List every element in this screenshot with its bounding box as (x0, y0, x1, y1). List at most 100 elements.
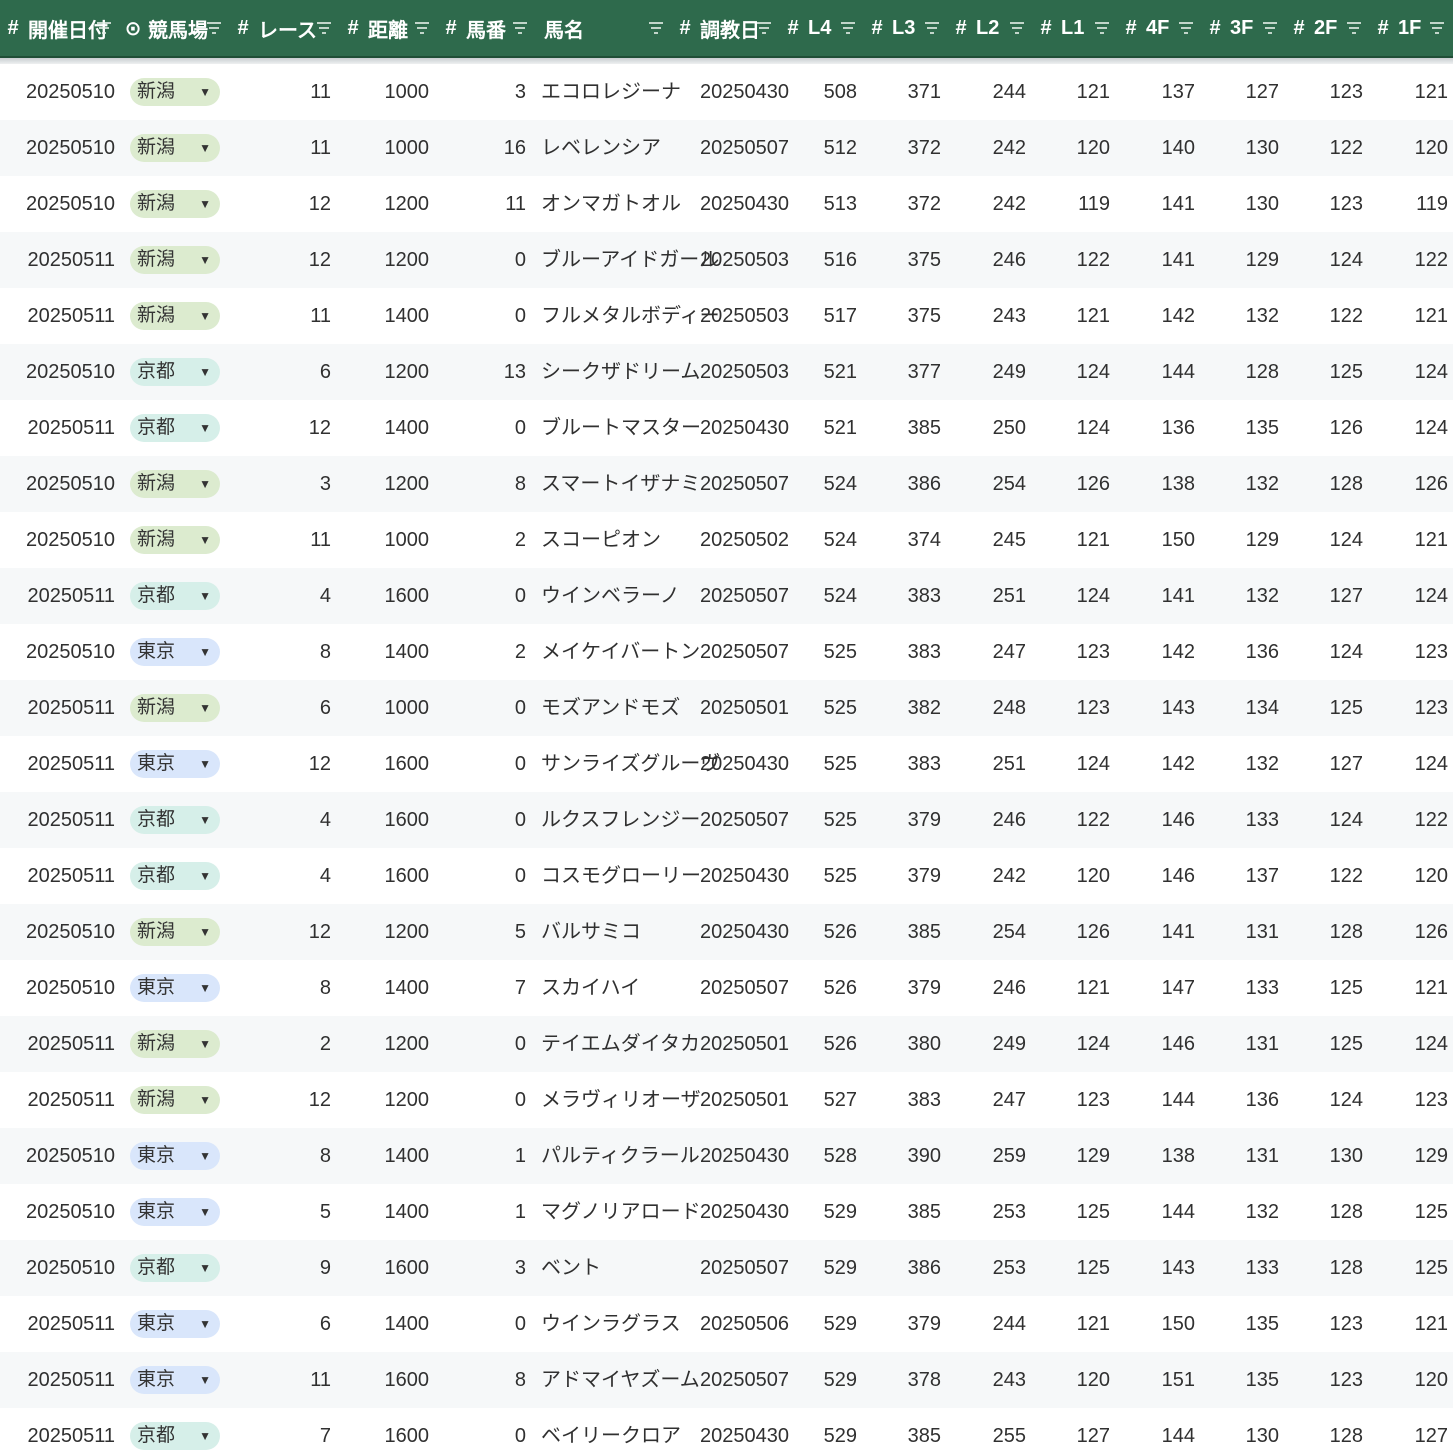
chevron-down-icon[interactable]: ▼ (199, 302, 211, 330)
table-row[interactable]: 20250510 新潟 ▼ 3 1200 8 スマートイザナミ 20250507 524 386 2… (0, 456, 1453, 512)
chevron-down-icon[interactable]: ▼ (199, 750, 211, 778)
venue-dropdown-chip[interactable]: 東京 ▼ (130, 1310, 220, 1338)
cell-training-date[interactable]: 20250507 (700, 624, 789, 680)
cell-l1[interactable]: 120 (1033, 1352, 1110, 1408)
cell-horse-name[interactable]: モズアンドモズ (541, 680, 700, 736)
venue-dropdown-chip[interactable]: 東京 ▼ (130, 1142, 220, 1170)
cell-date[interactable]: 20250511 (20, 736, 116, 792)
cell-l2[interactable]: 244 (948, 1296, 1026, 1352)
cell-training-date[interactable]: 20250430 (700, 1184, 789, 1240)
chevron-down-icon[interactable]: ▼ (199, 638, 211, 666)
cell-2f[interactable]: 128 (1286, 1408, 1363, 1453)
cell-l4[interactable]: 517 (780, 288, 857, 344)
cell-date[interactable]: 20250510 (20, 624, 115, 680)
cell-date[interactable]: 20250511 (20, 568, 116, 624)
cell-horse-name[interactable]: ウインベラーノ (541, 568, 700, 624)
cell-l2[interactable]: 245 (948, 512, 1026, 568)
cell-horse-number[interactable]: 0 (450, 1016, 526, 1072)
cell-distance[interactable]: 1200 (350, 1072, 430, 1128)
cell-1f[interactable]: 122 (1370, 792, 1448, 848)
cell-l3[interactable]: 383 (864, 624, 941, 680)
cell-1f[interactable]: 121 (1370, 1296, 1448, 1352)
cell-horse-number[interactable]: 5 (450, 904, 526, 960)
cell-l2[interactable]: 251 (948, 568, 1026, 624)
cell-1f[interactable]: 124 (1370, 344, 1448, 400)
cell-3f[interactable]: 136 (1202, 1072, 1279, 1128)
cell-distance[interactable]: 1000 (350, 680, 430, 736)
table-row[interactable]: 20250510 東京 ▼ 8 1400 7 スカイハイ 20250507 526 379 246 1… (0, 960, 1453, 1016)
table-row[interactable]: 20250510 東京 ▼ 8 1400 1 パルティクラール 20250430 528 390 2… (0, 1128, 1453, 1184)
cell-l4[interactable]: 524 (780, 568, 857, 624)
chevron-down-icon[interactable]: ▼ (199, 414, 211, 442)
cell-l1[interactable]: 121 (1033, 512, 1110, 568)
cell-2f[interactable]: 124 (1286, 512, 1363, 568)
chevron-down-icon[interactable]: ▼ (199, 358, 211, 386)
cell-3f[interactable]: 132 (1202, 288, 1279, 344)
cell-training-date[interactable]: 20250507 (700, 792, 789, 848)
venue-dropdown-chip[interactable]: 新潟 ▼ (130, 526, 220, 554)
cell-date[interactable]: 20250511 (20, 288, 116, 344)
filter-icon[interactable] (1009, 17, 1025, 37)
chevron-down-icon[interactable]: ▼ (199, 582, 211, 610)
cell-horse-name[interactable]: メラヴィリオーザ (541, 1072, 701, 1128)
cell-l4[interactable]: 525 (780, 792, 857, 848)
cell-4f[interactable]: 147 (1118, 960, 1195, 1016)
cell-l2[interactable]: 253 (948, 1240, 1026, 1296)
cell-2f[interactable]: 124 (1286, 1072, 1363, 1128)
chevron-down-icon[interactable]: ▼ (199, 526, 211, 554)
cell-l2[interactable]: 249 (948, 344, 1026, 400)
cell-distance[interactable]: 1600 (350, 568, 430, 624)
cell-l1[interactable]: 122 (1033, 232, 1110, 288)
cell-1f[interactable]: 127 (1370, 1408, 1448, 1453)
cell-l3[interactable]: 372 (864, 176, 941, 232)
column-header-12[interactable]: #3F (1206, 0, 1286, 56)
filter-icon[interactable] (1262, 17, 1278, 37)
cell-4f[interactable]: 141 (1118, 568, 1195, 624)
cell-3f[interactable]: 130 (1202, 1408, 1279, 1453)
cell-4f[interactable]: 141 (1118, 176, 1195, 232)
cell-horse-number[interactable]: 0 (450, 848, 526, 904)
cell-1f[interactable]: 121 (1370, 288, 1448, 344)
cell-4f[interactable]: 137 (1118, 64, 1195, 120)
cell-l2[interactable]: 242 (948, 120, 1026, 176)
venue-dropdown-chip[interactable]: 京都 ▼ (130, 1422, 220, 1450)
column-header-9[interactable]: # L2 (952, 0, 1033, 56)
cell-l1[interactable]: 120 (1033, 120, 1110, 176)
cell-date[interactable]: 20250511 (20, 1296, 116, 1352)
cell-l4[interactable]: 512 (780, 120, 857, 176)
chevron-down-icon[interactable]: ▼ (199, 246, 211, 274)
cell-l1[interactable]: 121 (1033, 64, 1110, 120)
venue-dropdown-chip[interactable]: 新潟 ▼ (130, 190, 220, 218)
venue-dropdown-chip[interactable]: 新潟 ▼ (130, 918, 220, 946)
cell-training-date[interactable]: 20250506 (700, 1296, 789, 1352)
cell-4f[interactable]: 138 (1118, 1128, 1195, 1184)
cell-3f[interactable]: 131 (1202, 1016, 1279, 1072)
venue-dropdown-chip[interactable]: 京都 ▼ (130, 862, 220, 890)
cell-horse-number[interactable]: 0 (450, 1408, 526, 1453)
chevron-down-icon[interactable]: ▼ (199, 1086, 211, 1114)
cell-distance[interactable]: 1400 (350, 1128, 430, 1184)
cell-distance[interactable]: 1200 (350, 456, 430, 512)
cell-race[interactable]: 7 (240, 1408, 331, 1453)
cell-horse-number[interactable]: 16 (450, 120, 526, 176)
cell-date[interactable]: 20250511 (20, 1016, 116, 1072)
cell-date[interactable]: 20250510 (20, 1184, 115, 1240)
table-row[interactable]: 20250511 新潟 ▼ 12 1200 0 ブルーアイドガール 20250503 516 37… (0, 232, 1453, 288)
cell-4f[interactable]: 144 (1118, 1408, 1195, 1453)
cell-4f[interactable]: 144 (1118, 1184, 1195, 1240)
table-row[interactable]: 20250510 新潟 ▼ 12 1200 5 バルサミコ 20250430 526 385 254… (0, 904, 1453, 960)
cell-race[interactable]: 6 (240, 344, 331, 400)
cell-training-date[interactable]: 20250507 (700, 1240, 789, 1296)
cell-3f[interactable]: 132 (1202, 736, 1279, 792)
cell-date[interactable]: 20250510 (20, 120, 115, 176)
cell-1f[interactable]: 126 (1370, 904, 1448, 960)
cell-l4[interactable]: 527 (780, 1072, 857, 1128)
table-row[interactable]: 20250510 京都 ▼ 9 1600 3 ベント 20250507 529 386 253 125… (0, 1240, 1453, 1296)
table-row[interactable]: 20250510 東京 ▼ 8 1400 2 メイケイバートン 20250507 525 383 2… (0, 624, 1453, 680)
cell-race[interactable]: 4 (240, 568, 331, 624)
cell-4f[interactable]: 142 (1118, 624, 1195, 680)
cell-l1[interactable]: 125 (1033, 1184, 1110, 1240)
cell-l3[interactable]: 385 (864, 904, 941, 960)
chevron-down-icon[interactable]: ▼ (199, 1254, 211, 1282)
filter-icon[interactable] (840, 17, 856, 37)
